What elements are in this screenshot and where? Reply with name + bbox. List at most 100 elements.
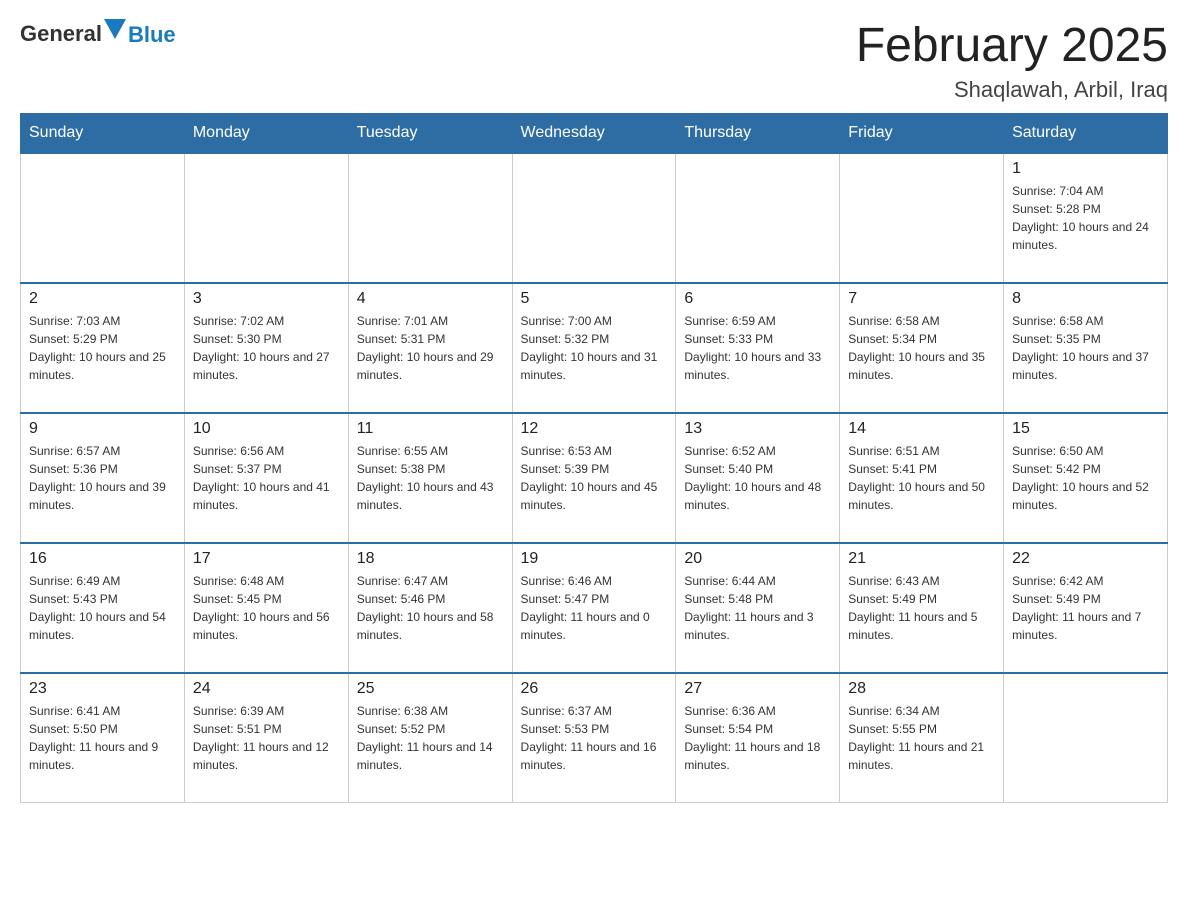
cell-week1-day6: 1 Sunrise: 7:04 AMSunset: 5:28 PMDayligh… — [1004, 153, 1168, 283]
day-number: 12 — [521, 420, 668, 438]
day-info: Sunrise: 6:49 AMSunset: 5:43 PMDaylight:… — [29, 572, 176, 644]
day-info: Sunrise: 6:46 AMSunset: 5:47 PMDaylight:… — [521, 572, 668, 644]
day-info: Sunrise: 6:44 AMSunset: 5:48 PMDaylight:… — [684, 572, 831, 644]
cell-week5-day3: 26 Sunrise: 6:37 AMSunset: 5:53 PMDaylig… — [512, 673, 676, 803]
cell-week5-day4: 27 Sunrise: 6:36 AMSunset: 5:54 PMDaylig… — [676, 673, 840, 803]
cell-week4-day2: 18 Sunrise: 6:47 AMSunset: 5:46 PMDaylig… — [348, 543, 512, 673]
cell-week2-day6: 8 Sunrise: 6:58 AMSunset: 5:35 PMDayligh… — [1004, 283, 1168, 413]
cell-week1-day4 — [676, 153, 840, 283]
day-number: 5 — [521, 290, 668, 308]
month-title: February 2025 — [856, 20, 1168, 73]
cell-week2-day2: 4 Sunrise: 7:01 AMSunset: 5:31 PMDayligh… — [348, 283, 512, 413]
header-friday: Friday — [840, 113, 1004, 153]
week-row-4: 16 Sunrise: 6:49 AMSunset: 5:43 PMDaylig… — [21, 543, 1168, 673]
cell-week3-day4: 13 Sunrise: 6:52 AMSunset: 5:40 PMDaylig… — [676, 413, 840, 543]
day-number: 16 — [29, 550, 176, 568]
header-tuesday: Tuesday — [348, 113, 512, 153]
day-number: 23 — [29, 680, 176, 698]
cell-week3-day2: 11 Sunrise: 6:55 AMSunset: 5:38 PMDaylig… — [348, 413, 512, 543]
weekday-header-row: Sunday Monday Tuesday Wednesday Thursday… — [21, 113, 1168, 153]
day-info: Sunrise: 6:56 AMSunset: 5:37 PMDaylight:… — [193, 442, 340, 514]
day-info: Sunrise: 6:42 AMSunset: 5:49 PMDaylight:… — [1012, 572, 1159, 644]
day-number: 8 — [1012, 290, 1159, 308]
header-thursday: Thursday — [676, 113, 840, 153]
day-number: 11 — [357, 420, 504, 438]
day-number: 14 — [848, 420, 995, 438]
cell-week1-day3 — [512, 153, 676, 283]
day-number: 24 — [193, 680, 340, 698]
week-row-1: 1 Sunrise: 7:04 AMSunset: 5:28 PMDayligh… — [21, 153, 1168, 283]
day-info: Sunrise: 7:02 AMSunset: 5:30 PMDaylight:… — [193, 312, 340, 384]
day-info: Sunrise: 6:34 AMSunset: 5:55 PMDaylight:… — [848, 702, 995, 774]
cell-week2-day0: 2 Sunrise: 7:03 AMSunset: 5:29 PMDayligh… — [21, 283, 185, 413]
cell-week2-day5: 7 Sunrise: 6:58 AMSunset: 5:34 PMDayligh… — [840, 283, 1004, 413]
day-info: Sunrise: 6:57 AMSunset: 5:36 PMDaylight:… — [29, 442, 176, 514]
day-info: Sunrise: 6:59 AMSunset: 5:33 PMDaylight:… — [684, 312, 831, 384]
day-number: 4 — [357, 290, 504, 308]
calendar-table: Sunday Monday Tuesday Wednesday Thursday… — [20, 113, 1168, 804]
title-section: February 2025 Shaqlawah, Arbil, Iraq — [856, 20, 1168, 103]
cell-week3-day6: 15 Sunrise: 6:50 AMSunset: 5:42 PMDaylig… — [1004, 413, 1168, 543]
cell-week5-day0: 23 Sunrise: 6:41 AMSunset: 5:50 PMDaylig… — [21, 673, 185, 803]
day-number: 18 — [357, 550, 504, 568]
cell-week3-day0: 9 Sunrise: 6:57 AMSunset: 5:36 PMDayligh… — [21, 413, 185, 543]
day-info: Sunrise: 6:39 AMSunset: 5:51 PMDaylight:… — [193, 702, 340, 774]
page-header: General Blue February 2025 Shaqlawah, Ar… — [20, 20, 1168, 103]
day-info: Sunrise: 6:51 AMSunset: 5:41 PMDaylight:… — [848, 442, 995, 514]
day-info: Sunrise: 6:36 AMSunset: 5:54 PMDaylight:… — [684, 702, 831, 774]
header-wednesday: Wednesday — [512, 113, 676, 153]
week-row-5: 23 Sunrise: 6:41 AMSunset: 5:50 PMDaylig… — [21, 673, 1168, 803]
day-number: 3 — [193, 290, 340, 308]
day-info: Sunrise: 6:43 AMSunset: 5:49 PMDaylight:… — [848, 572, 995, 644]
logo-triangle-icon — [104, 19, 126, 39]
day-number: 25 — [357, 680, 504, 698]
day-info: Sunrise: 6:50 AMSunset: 5:42 PMDaylight:… — [1012, 442, 1159, 514]
day-number: 22 — [1012, 550, 1159, 568]
cell-week2-day4: 6 Sunrise: 6:59 AMSunset: 5:33 PMDayligh… — [676, 283, 840, 413]
day-info: Sunrise: 7:03 AMSunset: 5:29 PMDaylight:… — [29, 312, 176, 384]
day-number: 26 — [521, 680, 668, 698]
header-sunday: Sunday — [21, 113, 185, 153]
cell-week3-day3: 12 Sunrise: 6:53 AMSunset: 5:39 PMDaylig… — [512, 413, 676, 543]
cell-week1-day0 — [21, 153, 185, 283]
week-row-3: 9 Sunrise: 6:57 AMSunset: 5:36 PMDayligh… — [21, 413, 1168, 543]
day-number: 7 — [848, 290, 995, 308]
day-number: 13 — [684, 420, 831, 438]
day-number: 1 — [1012, 160, 1159, 178]
day-number: 10 — [193, 420, 340, 438]
day-info: Sunrise: 6:53 AMSunset: 5:39 PMDaylight:… — [521, 442, 668, 514]
header-saturday: Saturday — [1004, 113, 1168, 153]
day-info: Sunrise: 6:58 AMSunset: 5:35 PMDaylight:… — [1012, 312, 1159, 384]
day-number: 19 — [521, 550, 668, 568]
cell-week1-day1 — [184, 153, 348, 283]
day-info: Sunrise: 6:38 AMSunset: 5:52 PMDaylight:… — [357, 702, 504, 774]
cell-week2-day3: 5 Sunrise: 7:00 AMSunset: 5:32 PMDayligh… — [512, 283, 676, 413]
location-title: Shaqlawah, Arbil, Iraq — [856, 77, 1168, 103]
cell-week4-day5: 21 Sunrise: 6:43 AMSunset: 5:49 PMDaylig… — [840, 543, 1004, 673]
logo: General Blue — [20, 20, 176, 48]
day-info: Sunrise: 6:37 AMSunset: 5:53 PMDaylight:… — [521, 702, 668, 774]
cell-week1-day2 — [348, 153, 512, 283]
day-number: 6 — [684, 290, 831, 308]
day-number: 2 — [29, 290, 176, 308]
day-number: 17 — [193, 550, 340, 568]
cell-week5-day1: 24 Sunrise: 6:39 AMSunset: 5:51 PMDaylig… — [184, 673, 348, 803]
day-info: Sunrise: 6:58 AMSunset: 5:34 PMDaylight:… — [848, 312, 995, 384]
day-number: 20 — [684, 550, 831, 568]
cell-week4-day0: 16 Sunrise: 6:49 AMSunset: 5:43 PMDaylig… — [21, 543, 185, 673]
day-info: Sunrise: 6:41 AMSunset: 5:50 PMDaylight:… — [29, 702, 176, 774]
day-number: 28 — [848, 680, 995, 698]
day-number: 27 — [684, 680, 831, 698]
cell-week3-day5: 14 Sunrise: 6:51 AMSunset: 5:41 PMDaylig… — [840, 413, 1004, 543]
logo-text: General — [20, 21, 102, 46]
cell-week2-day1: 3 Sunrise: 7:02 AMSunset: 5:30 PMDayligh… — [184, 283, 348, 413]
cell-week4-day6: 22 Sunrise: 6:42 AMSunset: 5:49 PMDaylig… — [1004, 543, 1168, 673]
cell-week5-day5: 28 Sunrise: 6:34 AMSunset: 5:55 PMDaylig… — [840, 673, 1004, 803]
day-info: Sunrise: 6:47 AMSunset: 5:46 PMDaylight:… — [357, 572, 504, 644]
week-row-2: 2 Sunrise: 7:03 AMSunset: 5:29 PMDayligh… — [21, 283, 1168, 413]
cell-week4-day1: 17 Sunrise: 6:48 AMSunset: 5:45 PMDaylig… — [184, 543, 348, 673]
day-number: 9 — [29, 420, 176, 438]
cell-week4-day4: 20 Sunrise: 6:44 AMSunset: 5:48 PMDaylig… — [676, 543, 840, 673]
day-number: 15 — [1012, 420, 1159, 438]
cell-week5-day2: 25 Sunrise: 6:38 AMSunset: 5:52 PMDaylig… — [348, 673, 512, 803]
